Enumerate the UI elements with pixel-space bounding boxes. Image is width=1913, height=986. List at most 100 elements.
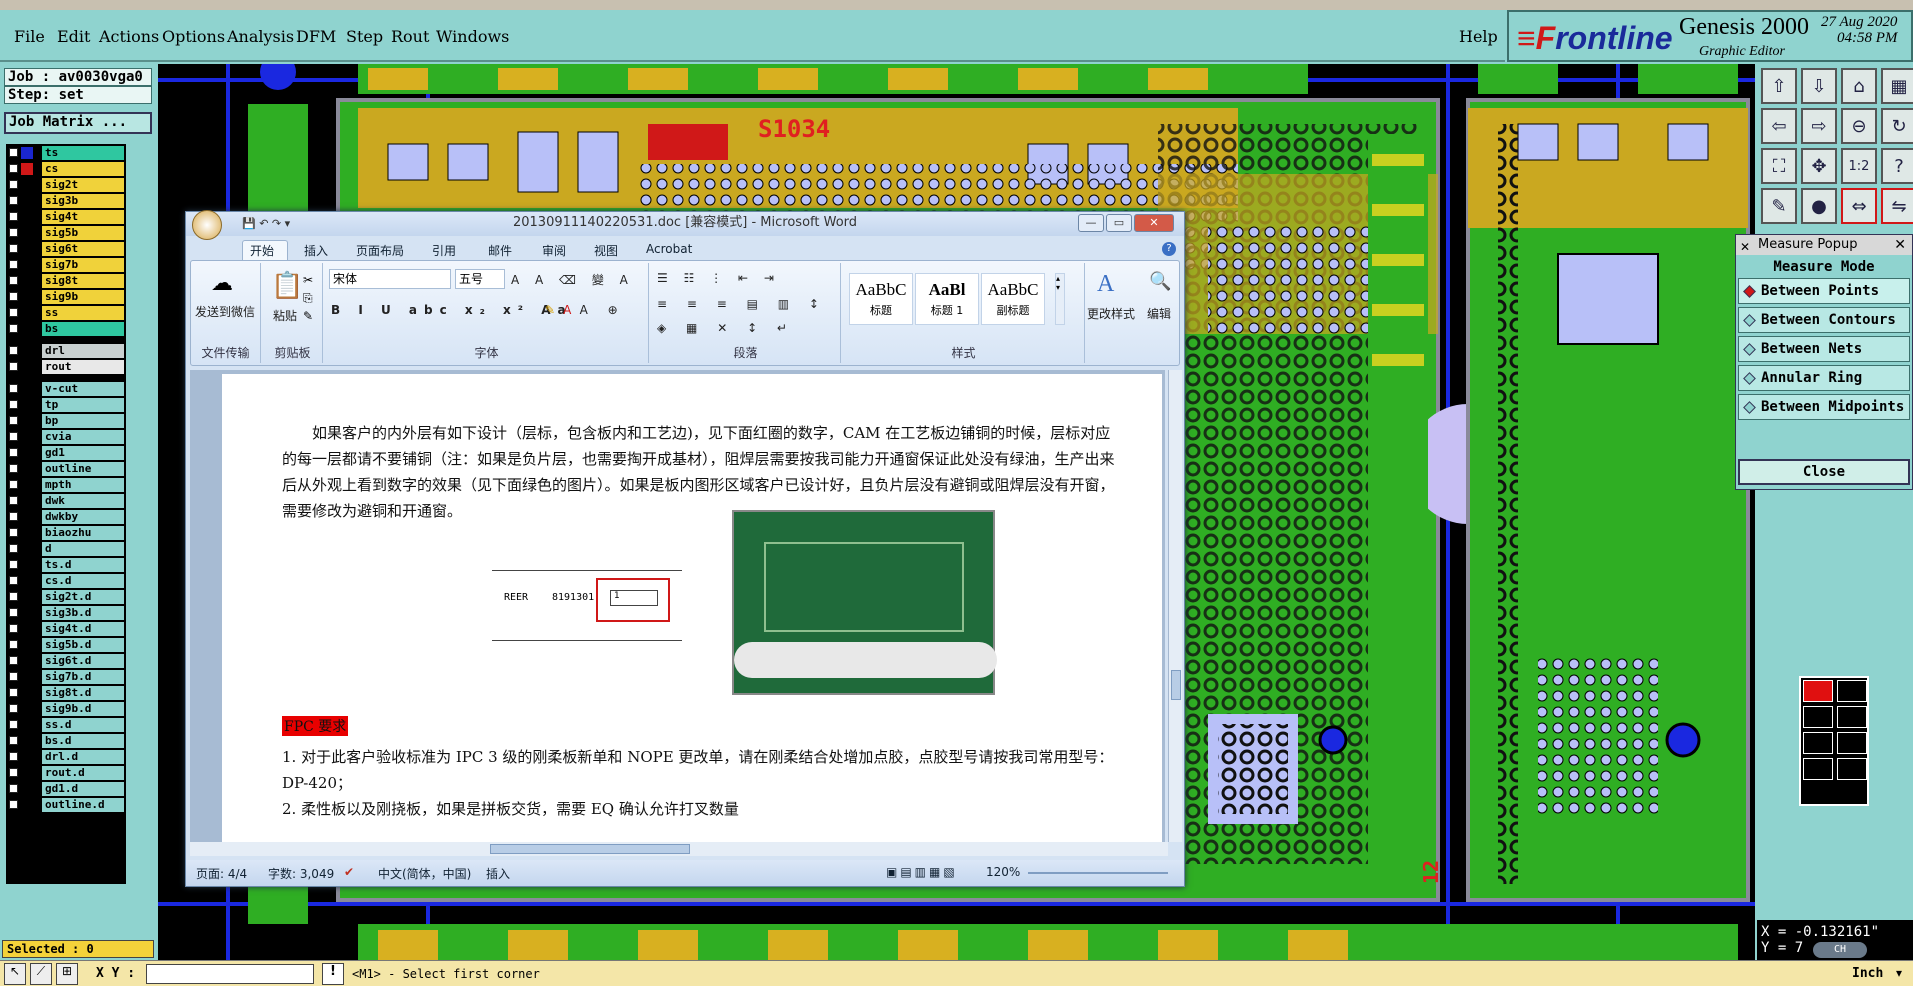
- menu-step[interactable]: Step: [346, 27, 383, 46]
- layer-checkbox[interactable]: [9, 292, 18, 301]
- layer-name[interactable]: cs.d: [42, 574, 124, 588]
- tool-help-icon[interactable]: ?: [1881, 148, 1913, 184]
- tab-view[interactable]: 视图: [594, 242, 618, 259]
- layer-name[interactable]: sig3b: [42, 194, 124, 208]
- layer-name[interactable]: ts.d: [42, 558, 124, 572]
- layer-checkbox[interactable]: [9, 416, 18, 425]
- layer-checkbox[interactable]: [9, 346, 18, 355]
- layer-color-swatch[interactable]: [21, 259, 33, 271]
- layer-name[interactable]: bs: [42, 322, 124, 336]
- send-to-wechat-button[interactable]: 发送到微信: [195, 303, 255, 320]
- layer-checkbox[interactable]: [9, 400, 18, 409]
- tool-fit-icon[interactable]: ⛶: [1761, 148, 1797, 184]
- layer-name[interactable]: tp: [42, 398, 124, 412]
- tool-rotate-icon[interactable]: ↻: [1881, 108, 1913, 144]
- proofing-icon[interactable]: ✔: [344, 865, 354, 879]
- change-styles[interactable]: A 更改样式: [1087, 263, 1137, 363]
- layer-color-swatch[interactable]: [21, 623, 33, 635]
- layer-checkbox[interactable]: [9, 362, 18, 371]
- layer-checkbox[interactable]: [9, 800, 18, 809]
- layer-color-swatch[interactable]: [21, 195, 33, 207]
- menu-windows[interactable]: Windows: [436, 27, 509, 46]
- layer-checkbox[interactable]: [9, 656, 18, 665]
- layer-row-sig2t-d[interactable]: sig2t.d: [6, 590, 126, 604]
- layer-row-drl[interactable]: drl: [6, 344, 126, 358]
- font-format-icons[interactable]: B I U abc x₂ x² Aa: [331, 303, 573, 317]
- layer-name[interactable]: sig2t: [42, 178, 124, 192]
- layer-color-swatch[interactable]: [21, 591, 33, 603]
- layer-checkbox[interactable]: [9, 608, 18, 617]
- draw-tool-icon[interactable]: ⟋: [30, 963, 52, 985]
- layer-name[interactable]: ts: [42, 146, 124, 160]
- option-annular-ring[interactable]: Annular Ring: [1738, 365, 1910, 391]
- paste-icon[interactable]: 📋: [271, 271, 303, 301]
- layer-name[interactable]: ss.d: [42, 718, 124, 732]
- layer-name[interactable]: d: [42, 542, 124, 556]
- layer-checkbox[interactable]: [9, 672, 18, 681]
- layer-checkbox[interactable]: [9, 464, 18, 473]
- units-label[interactable]: Inch: [1852, 966, 1883, 981]
- layer-checkbox[interactable]: [9, 164, 18, 173]
- option-between-midpoints[interactable]: Between Midpoints: [1738, 394, 1910, 420]
- xy-input[interactable]: [146, 964, 314, 984]
- layer-row-sig4t[interactable]: sig4t: [6, 210, 126, 224]
- list-icons[interactable]: ☰ ☷ ⋮ ⇤ ⇥: [657, 271, 780, 285]
- layer-checkbox[interactable]: [9, 260, 18, 269]
- quick-access-icon[interactable]: 💾 ↶ ↷ ▾: [242, 213, 290, 235]
- layer-color-swatch[interactable]: [21, 607, 33, 619]
- style-subtitle[interactable]: AaBbC 副标题: [981, 273, 1045, 325]
- layer-color-swatch[interactable]: [21, 361, 33, 373]
- layer-row-sig9b-d[interactable]: sig9b.d: [6, 702, 126, 716]
- layer-name[interactable]: ss: [42, 306, 124, 320]
- close-button[interactable]: Close: [1738, 459, 1910, 485]
- layer-row-drl-d[interactable]: drl.d: [6, 750, 126, 764]
- select-tool-icon[interactable]: ↖: [4, 963, 26, 985]
- minimize-button[interactable]: —: [1078, 214, 1104, 232]
- layer-name[interactable]: dwk: [42, 494, 124, 508]
- menu-dfm[interactable]: DFM: [296, 27, 336, 46]
- layer-color-swatch[interactable]: [21, 163, 33, 175]
- layer-color-swatch[interactable]: [21, 345, 33, 357]
- layer-checkbox[interactable]: [9, 276, 18, 285]
- layer-checkbox[interactable]: [9, 720, 18, 729]
- tab-acrobat[interactable]: Acrobat: [646, 242, 692, 256]
- layer-row-v-cut[interactable]: v-cut: [6, 382, 126, 396]
- layer-row-cs[interactable]: cs: [6, 162, 126, 176]
- menu-file[interactable]: File: [14, 27, 45, 46]
- layer-row-dwkby[interactable]: dwkby: [6, 510, 126, 524]
- layer-name[interactable]: mpth: [42, 478, 124, 492]
- layer-row-sig3b[interactable]: sig3b: [6, 194, 126, 208]
- editing-group[interactable]: 🔍 编辑: [1139, 263, 1179, 363]
- layer-name[interactable]: sig7b.d: [42, 670, 124, 684]
- layer-color-swatch[interactable]: [21, 511, 33, 523]
- layer-checkbox[interactable]: [9, 212, 18, 221]
- layer-checkbox[interactable]: [9, 496, 18, 505]
- layer-name[interactable]: rout.d: [42, 766, 124, 780]
- layer-name[interactable]: sig9b.d: [42, 702, 124, 716]
- layer-name[interactable]: drl: [42, 344, 124, 358]
- document-page[interactable]: 如果客户的内外层有如下设计（层标，包含板内和工艺边)，见下面红圈的数字，CAM …: [222, 374, 1162, 842]
- page-indicator[interactable]: 页面: 4/4: [196, 865, 247, 882]
- layer-checkbox[interactable]: [9, 784, 18, 793]
- tab-mailings[interactable]: 邮件: [488, 242, 512, 259]
- tool-right-icon[interactable]: ⇨: [1801, 108, 1837, 144]
- layer-color-swatch[interactable]: [21, 211, 33, 223]
- tool-measure-icon[interactable]: ✎: [1761, 188, 1797, 224]
- layer-name[interactable]: sig2t.d: [42, 590, 124, 604]
- zoom-slider[interactable]: [1028, 872, 1168, 874]
- layer-color-swatch[interactable]: [21, 463, 33, 475]
- office-button-icon[interactable]: [192, 210, 222, 240]
- close-icon[interactable]: ✕: [1894, 235, 1906, 255]
- zoom-level[interactable]: 120%: [986, 865, 1020, 879]
- layer-checkbox[interactable]: [9, 180, 18, 189]
- layer-checkbox[interactable]: [9, 560, 18, 569]
- layer-row-sig6t[interactable]: sig6t: [6, 242, 126, 256]
- layer-row-sig2t[interactable]: sig2t: [6, 178, 126, 192]
- layer-name[interactable]: dwkby: [42, 510, 124, 524]
- tool-scale-icon[interactable]: 1:2: [1841, 148, 1877, 184]
- layer-color-swatch[interactable]: [21, 291, 33, 303]
- layer-row-rout-d[interactable]: rout.d: [6, 766, 126, 780]
- tool-center-icon[interactable]: ✥: [1801, 148, 1837, 184]
- menu-options[interactable]: Options: [162, 27, 225, 46]
- layer-name[interactable]: sig4t: [42, 210, 124, 224]
